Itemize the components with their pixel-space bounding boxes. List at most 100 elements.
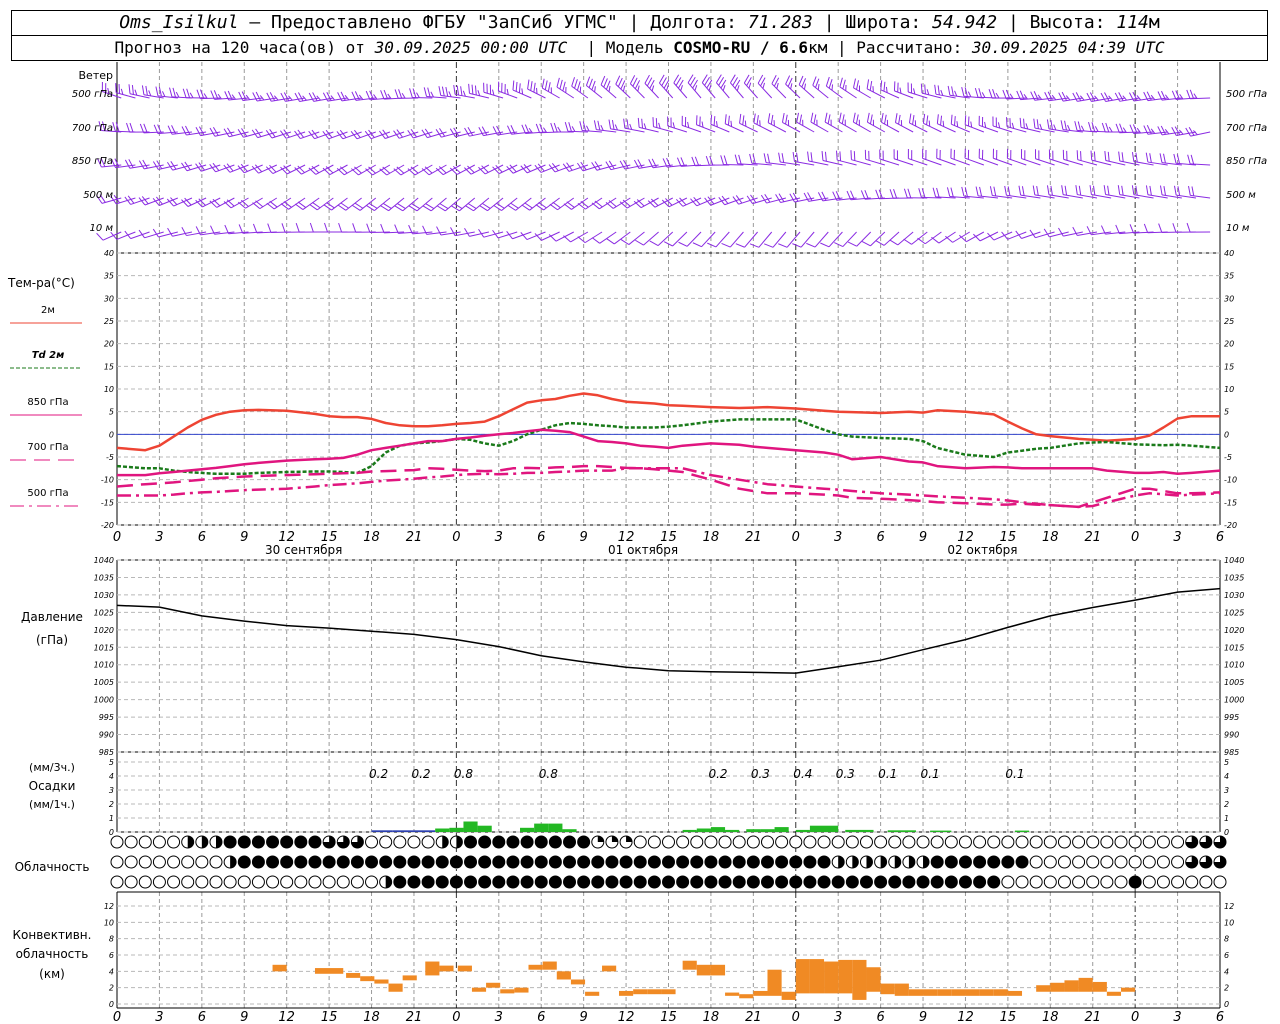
conv-y-tick-left: 8	[109, 935, 114, 944]
precip-amount-label: 0.3	[836, 767, 855, 781]
precip-bar	[449, 827, 464, 832]
cloud-cover-circle	[506, 835, 520, 849]
cloud-circle-outline	[138, 835, 152, 849]
cloud-cover-circle	[746, 835, 760, 849]
cloud-cover-circle	[591, 835, 605, 849]
cloud-circle-outline	[789, 835, 803, 849]
pres-y-tick-right: 1005	[1224, 678, 1244, 687]
precip-bar	[548, 823, 563, 832]
cloud-cover-circle	[124, 835, 138, 849]
barb-feather	[1136, 95, 1142, 101]
barb-feather	[757, 74, 764, 84]
x-tick-temp: 3	[834, 530, 842, 545]
cloud-circle-outline	[294, 875, 308, 889]
wind-barb	[464, 228, 490, 237]
barb-feather	[1032, 185, 1036, 195]
cloud-circle-fill	[888, 876, 901, 888]
wind-barb	[964, 115, 985, 133]
barb-feather	[1186, 89, 1191, 99]
barb-feather	[931, 236, 940, 244]
cloud-cover-circle	[421, 875, 435, 889]
barb-feather	[665, 85, 669, 92]
cloud-cover-circle	[1072, 835, 1086, 849]
barb-feather	[591, 237, 600, 244]
cloud-cover-circle	[1100, 875, 1114, 889]
barb-feather	[749, 153, 753, 164]
barb-feather	[1004, 185, 1007, 196]
barb-feather	[738, 154, 742, 165]
conv-cloud-bar	[471, 987, 487, 992]
barb-feather	[924, 84, 926, 94]
barb-feather	[1121, 185, 1124, 196]
barb-staff	[814, 231, 829, 248]
barb-feather	[767, 113, 771, 123]
barb-feather	[981, 92, 986, 98]
precip-bar	[534, 823, 549, 832]
cloud-circle-outline	[916, 835, 930, 849]
wind-barb	[422, 225, 447, 235]
cloud-cover-circle	[1015, 835, 1029, 849]
cloud-circle-outline	[195, 855, 209, 869]
cloud-circle-fill	[591, 876, 604, 888]
cloud-cover-circle	[209, 835, 223, 849]
cloud-circle-fill	[238, 856, 251, 868]
cloud-circle-fill	[535, 856, 548, 868]
x-tick-bottom: 3	[155, 1010, 163, 1024]
barb-feather	[792, 152, 795, 162]
wind-barb	[309, 197, 334, 211]
cloud-cover-circle	[138, 835, 152, 849]
conv-cloud-bar	[374, 979, 389, 984]
cloud-circle-fill	[902, 876, 915, 888]
conv-cloud-bar	[725, 992, 740, 996]
temp-y-tick-left: -15	[101, 498, 114, 507]
barb-feather	[979, 186, 983, 197]
precip-bar	[887, 830, 916, 832]
x-tick-bottom: 3	[1173, 1010, 1181, 1024]
conv-cloud-bar	[500, 989, 515, 994]
cloud-circle-outline	[1057, 835, 1071, 849]
wind-barb	[585, 76, 603, 99]
wind-barb	[1088, 121, 1112, 133]
wind-barb	[936, 114, 956, 133]
barb-staff	[842, 231, 857, 247]
barb-feather	[1080, 125, 1085, 132]
x-tick-temp: 18	[703, 530, 720, 545]
barb-feather	[781, 153, 785, 163]
cloud-cover-circle	[1057, 855, 1071, 869]
cloud-circle-fill	[931, 856, 944, 868]
cloud-cover-circle	[916, 855, 930, 869]
barb-feather	[1050, 119, 1053, 130]
barb-feather	[615, 75, 621, 85]
cloud-cover-circle	[1114, 855, 1128, 869]
precipitation-layer	[371, 821, 1030, 832]
wind-barb	[436, 226, 461, 236]
barb-feather	[1115, 123, 1120, 133]
barb-staff	[911, 231, 928, 245]
barb-feather	[744, 120, 747, 127]
barb-feather	[1131, 185, 1135, 195]
cloud-cover-circle	[930, 835, 944, 849]
barb-staff	[686, 231, 702, 247]
legend-label: 700 гПа	[27, 442, 68, 453]
barb-feather	[995, 92, 1000, 99]
cloud-cover-circle	[619, 835, 633, 849]
cloud-cover-circle	[308, 875, 322, 889]
cloud-circle-outline	[223, 875, 237, 889]
cloud-circle-fill	[365, 856, 378, 868]
barb-feather	[875, 240, 885, 246]
barb-feather	[1067, 124, 1071, 131]
wind-barb	[195, 126, 221, 137]
cloud-cover-circle	[421, 855, 435, 869]
barb-feather	[884, 114, 887, 125]
barb-feather	[926, 115, 929, 125]
cloud-cover-circle	[789, 855, 803, 869]
wind-barb	[380, 223, 405, 234]
cloud-circle-fill	[719, 856, 732, 868]
pres-y-tick-right: 1030	[1224, 591, 1244, 600]
wind-barb	[959, 231, 985, 243]
wind-barb	[836, 150, 857, 166]
cloud-circle-sector	[442, 836, 449, 848]
barb-feather	[970, 121, 973, 128]
cloud-cover-circle	[732, 835, 746, 849]
cloud-circle-fill	[506, 836, 519, 848]
